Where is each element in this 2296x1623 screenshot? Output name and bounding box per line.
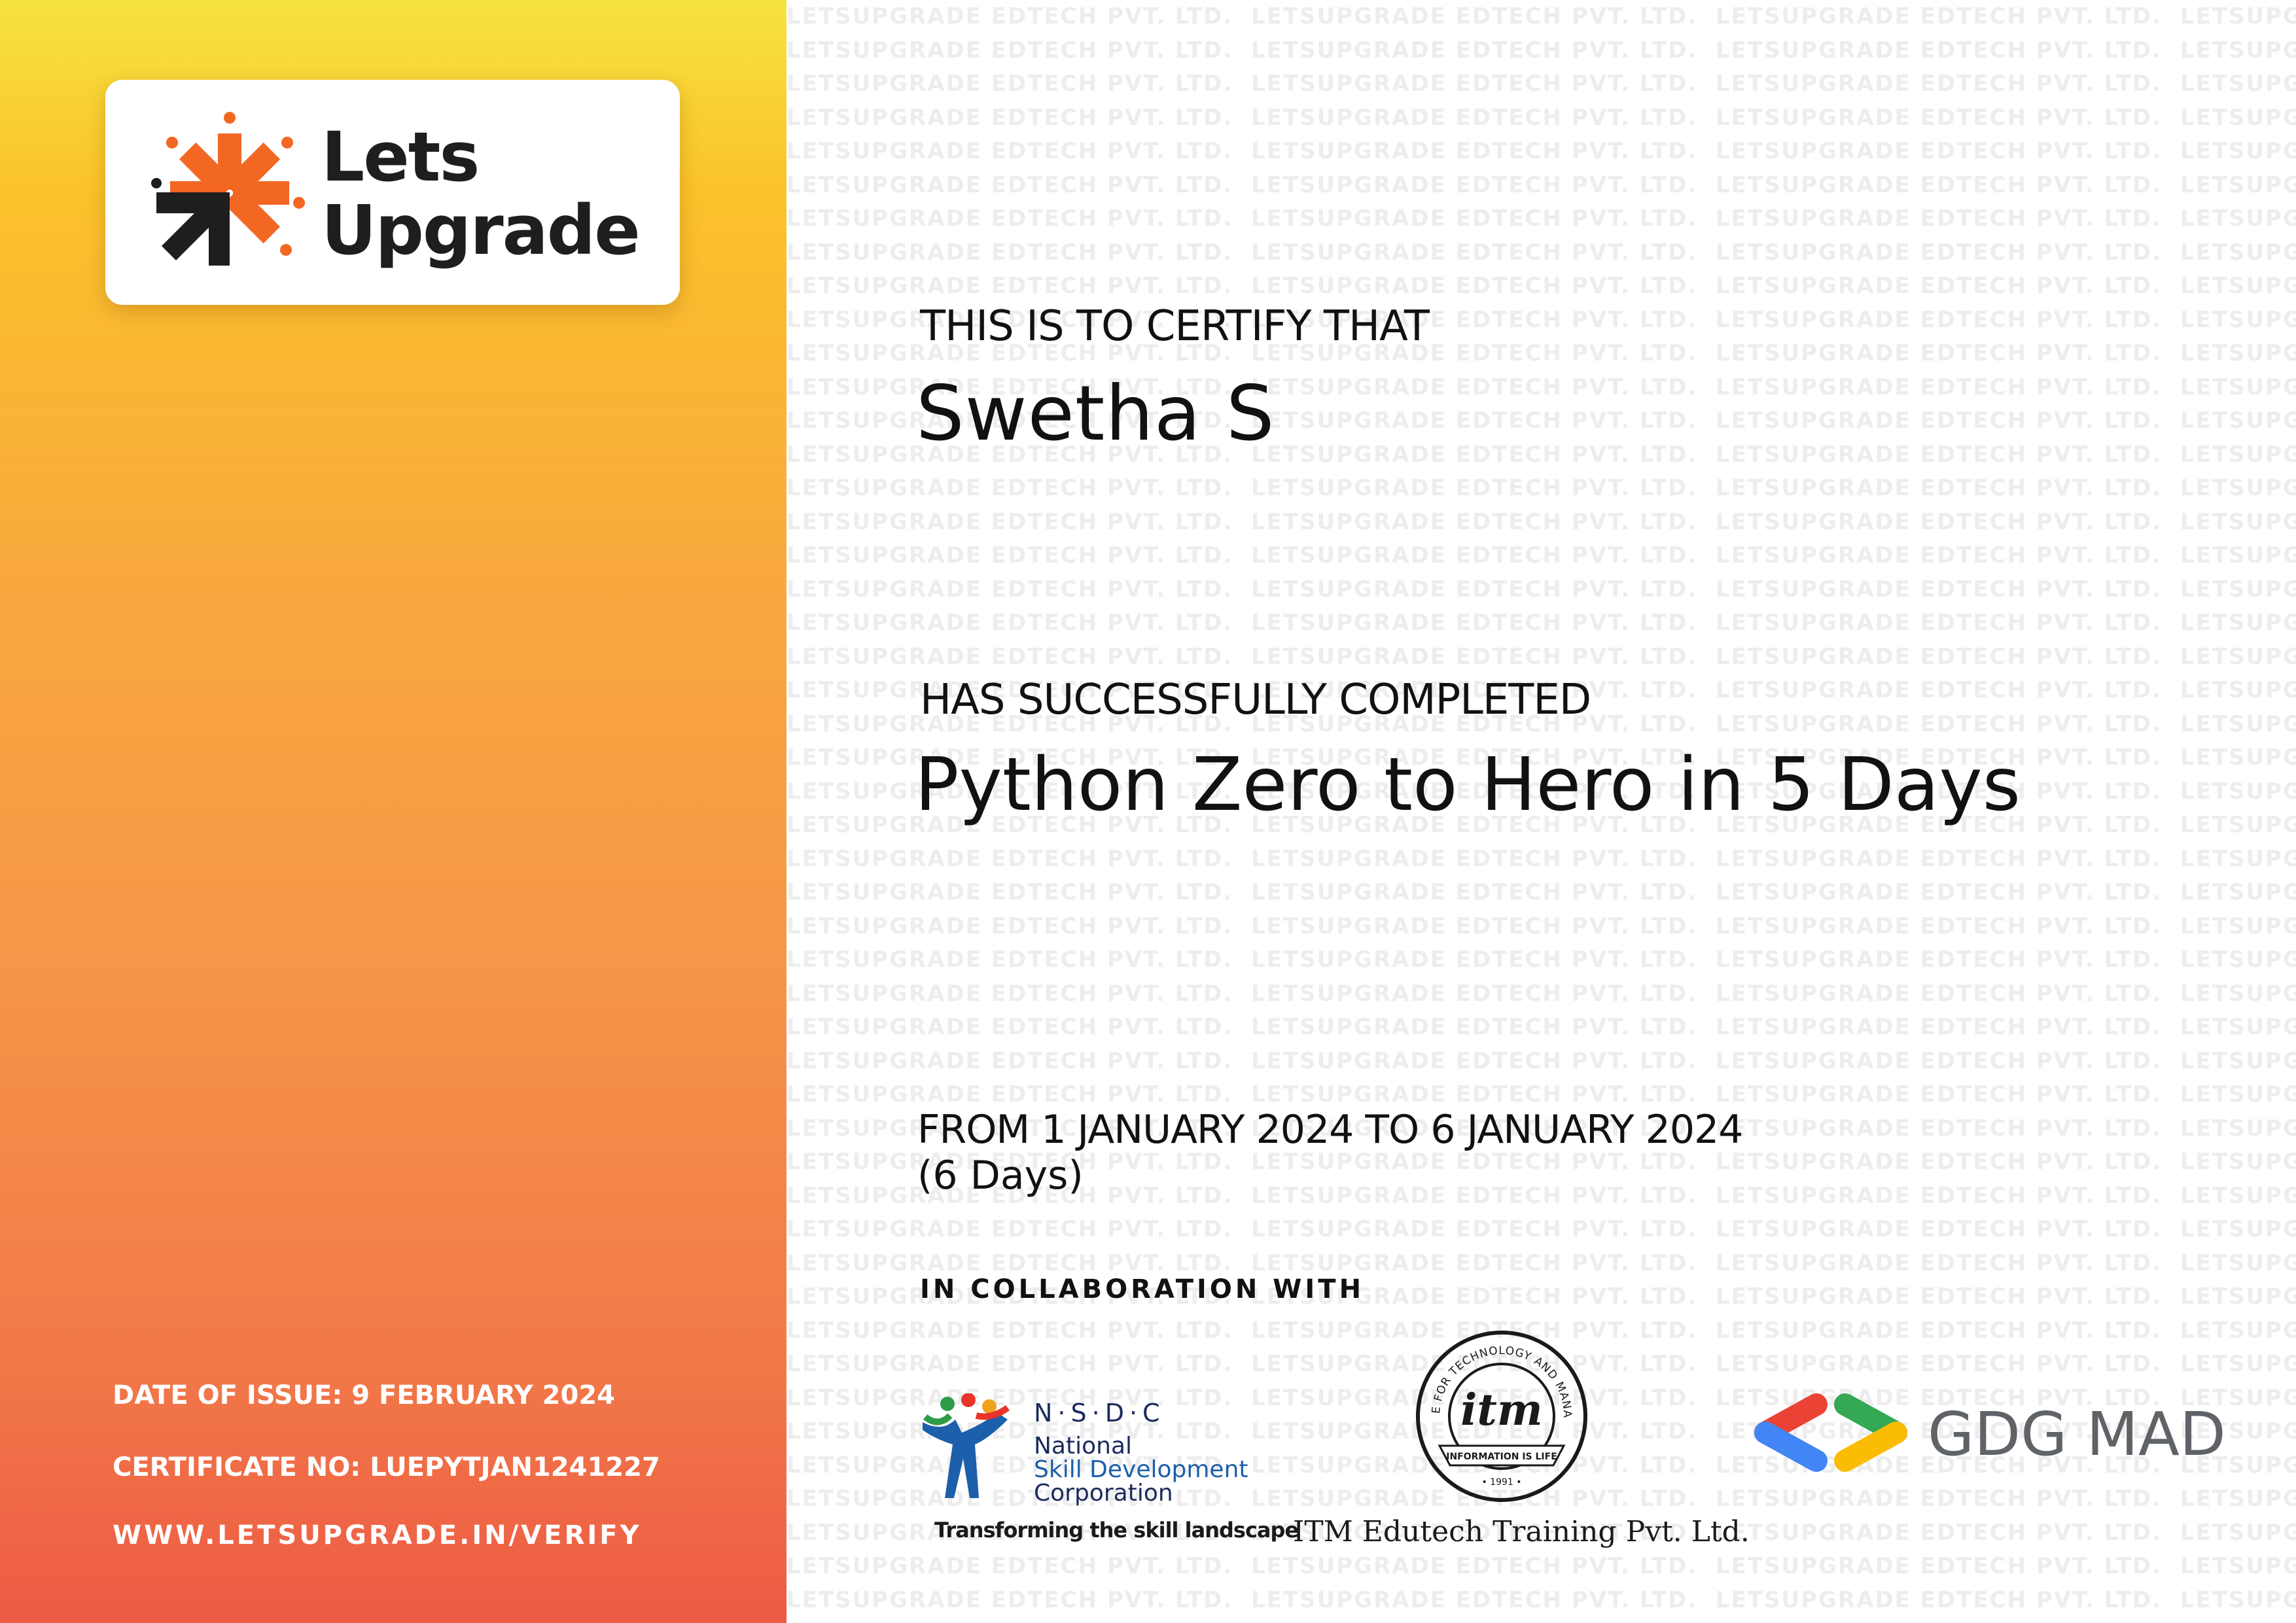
watermark-row: LETSUPGRADE EDTECH PVT. LTD. LETSUPGRADE… [786,508,2296,535]
letsupgrade-wordmark: Lets Upgrade [321,117,641,270]
date-of-issue: DATE OF ISSUE: 9 FEBRUARY 2024 [113,1380,616,1410]
watermark-row: LETSUPGRADE EDTECH PVT. LTD. LETSUPGRADE… [786,980,2296,1007]
gdg-chapter-name: GDG MAD [1928,1399,2226,1469]
watermark-row: LETSUPGRADE EDTECH PVT. LTD. LETSUPGRADE… [786,576,2296,602]
letsupgrade-logo-card: Lets Upgrade [105,80,680,305]
watermark-row: LETSUPGRADE EDTECH PVT. LTD. LETSUPGRADE… [786,947,2296,973]
watermark-row: LETSUPGRADE EDTECH PVT. LTD. LETSUPGRADE… [786,1617,2296,1623]
watermark-row: LETSUPGRADE EDTECH PVT. LTD. LETSUPGRADE… [786,1216,2296,1242]
course-title: Python Zero to Hero in 5 Days [915,742,2021,828]
certify-intro: THIS IS TO CERTIFY THAT [920,302,1430,351]
verify-link[interactable]: WWW.LETSUPGRADE.IN/VERIFY [113,1520,642,1550]
gdg-brackets-icon [1754,1393,1907,1472]
letsupgrade-arrow-mark-icon [151,112,305,266]
itm-seal-motto: INFORMATION IS LIFE [1446,1452,1557,1462]
watermark-row: LETSUPGRADE EDTECH PVT. LTD. LETSUPGRADE… [786,845,2296,872]
nsdc-name-line2: Skill Development [1034,1456,1248,1483]
watermark-row: LETSUPGRADE EDTECH PVT. LTD. LETSUPGRADE… [786,879,2296,905]
itm-company-name: ITM Edutech Training Pvt. Ltd. [1293,1515,1750,1548]
watermark-row: LETSUPGRADE EDTECH PVT. LTD. LETSUPGRADE… [786,610,2296,636]
watermark-row: LETSUPGRADE EDTECH PVT. LTD. LETSUPGRADE… [786,1014,2296,1040]
nsdc-tagline: Transforming the skill landscape [934,1518,1299,1543]
watermark-row: LETSUPGRADE EDTECH PVT. LTD. LETSUPGRADE… [786,71,2296,97]
certificate: Lets Upgrade DATE OF ISSUE: 9 FEBRUARY 2… [0,0,2296,1623]
logo-line-lets: Lets [321,117,480,197]
watermark-row: LETSUPGRADE EDTECH PVT. LTD. LETSUPGRADE… [786,475,2296,501]
course-duration: (6 Days) [917,1153,1084,1198]
recipient-name: Swetha S [916,370,1275,458]
watermark-row: LETSUPGRADE EDTECH PVT. LTD. LETSUPGRADE… [786,138,2296,164]
itm-seal-icon: INSTITUTE FOR TECHNOLOGY AND MANAGEMENT … [1413,1328,1587,1502]
nsdc-people-figure-icon [923,1393,1010,1498]
watermark-row: LETSUPGRADE EDTECH PVT. LTD. LETSUPGRADE… [786,1047,2296,1074]
nsdc-name-line1: National [1034,1433,1133,1459]
watermark-row: LETSUPGRADE EDTECH PVT. LTD. LETSUPGRADE… [786,104,2296,131]
watermark-row: LETSUPGRADE EDTECH PVT. LTD. LETSUPGRADE… [786,205,2296,232]
gdg-logo: GDG MAD [1746,1390,2243,1482]
itm-seal-year: • 1991 • [1481,1477,1521,1488]
course-date-range: FROM 1 JANUARY 2024 TO 6 JANUARY 2024 [917,1107,1743,1153]
watermark-row: LETSUPGRADE EDTECH PVT. LTD. LETSUPGRADE… [786,1586,2296,1613]
watermark-row: LETSUPGRADE EDTECH PVT. LTD. LETSUPGRADE… [786,239,2296,266]
nsdc-name-line3: Corporation [1034,1480,1173,1507]
watermark-row: LETSUPGRADE EDTECH PVT. LTD. LETSUPGRADE… [786,542,2296,568]
watermark-row: LETSUPGRADE EDTECH PVT. LTD. LETSUPGRADE… [786,171,2296,198]
certificate-number: CERTIFICATE NO: LUEPYTJAN1241227 [113,1452,660,1482]
watermark-row: LETSUPGRADE EDTECH PVT. LTD. LETSUPGRADE… [786,643,2296,670]
watermark-row: LETSUPGRADE EDTECH PVT. LTD. LETSUPGRADE… [786,37,2296,63]
collaboration-label: IN COLLABORATION WITH [920,1274,1365,1304]
completion-label: HAS SUCCESSFULLY COMPLETED [920,676,1591,724]
left-gradient-panel: Lets Upgrade DATE OF ISSUE: 9 FEBRUARY 2… [0,0,786,1623]
itm-logo: INSTITUTE FOR TECHNOLOGY AND MANAGEMENT … [1289,1328,1750,1563]
nsdc-abbreviation: N·S·D·C [1034,1399,1165,1427]
watermark-row: LETSUPGRADE EDTECH PVT. LTD. LETSUPGRADE… [786,273,2296,299]
logo-line-upgrade: Upgrade [321,190,641,270]
nsdc-logo: N·S·D·C National Skill Development Corpo… [916,1393,1299,1550]
watermark-row: LETSUPGRADE EDTECH PVT. LTD. LETSUPGRADE… [786,913,2296,939]
itm-seal-mark: itm [1460,1384,1542,1435]
watermark-row: LETSUPGRADE EDTECH PVT. LTD. LETSUPGRADE… [786,3,2296,29]
